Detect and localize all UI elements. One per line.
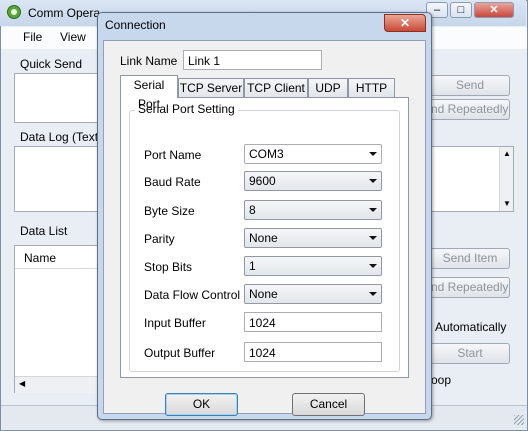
tab-tcp-server[interactable]: TCP Server — [178, 78, 244, 98]
tab-udp[interactable]: UDP — [308, 78, 348, 98]
dialog-body: Link Name Serial Port TCP Server TCP Cli… — [103, 40, 426, 416]
stop-bits-value: 1 — [249, 259, 256, 273]
quick-send-label: Quick Send — [20, 57, 83, 71]
send-button[interactable]: Send — [430, 75, 510, 96]
port-name-select[interactable]: COM3 — [244, 144, 382, 164]
scroll-left-icon[interactable]: ◀ — [19, 379, 25, 388]
data-list-table[interactable]: Name ◀ — [14, 245, 104, 393]
chevron-down-icon — [369, 179, 377, 183]
tab-tcp-client[interactable]: TCP Client — [244, 78, 308, 98]
flow-control-value: None — [249, 287, 278, 301]
parity-label: Parity — [144, 232, 175, 246]
data-list-hscrollbar[interactable]: ◀ — [15, 376, 103, 393]
cancel-button[interactable]: Cancel — [292, 393, 365, 416]
serial-port-panel: Serial Port Setting Port Name COM3 Baud … — [120, 97, 409, 378]
maximize-icon[interactable]: □ — [450, 2, 472, 18]
data-log-scrollbar[interactable]: ▲ ▼ — [499, 147, 513, 211]
start-button[interactable]: Start — [430, 343, 510, 364]
loop-label: oop — [431, 373, 452, 387]
data-list-label: Data List — [20, 224, 68, 238]
data-log-area[interactable] — [14, 146, 104, 212]
baud-rate-select[interactable]: 9600 — [244, 171, 382, 191]
app-icon — [7, 5, 21, 19]
menu-view[interactable]: View — [60, 30, 86, 44]
name-column-header[interactable]: Name — [24, 251, 56, 265]
byte-size-value: 8 — [249, 203, 256, 217]
close-icon[interactable]: ✕ — [474, 2, 514, 18]
ok-button[interactable]: OK — [165, 393, 238, 416]
port-name-label: Port Name — [144, 148, 202, 162]
stop-bits-select[interactable]: 1 — [244, 256, 382, 276]
parity-select[interactable]: None — [244, 228, 382, 248]
stop-bits-label: Stop Bits — [144, 260, 193, 274]
resize-grip-icon[interactable] — [514, 415, 524, 425]
tab-http[interactable]: HTTP — [348, 78, 395, 98]
scroll-down-icon[interactable]: ▼ — [503, 199, 511, 208]
chevron-down-icon — [369, 264, 377, 268]
input-buffer-field[interactable] — [244, 312, 382, 332]
output-buffer-label: Output Buffer — [144, 346, 216, 360]
byte-size-label: Byte Size — [144, 204, 195, 218]
quick-send-input[interactable] — [14, 73, 104, 123]
output-buffer-field[interactable] — [244, 342, 382, 362]
menu-file[interactable]: File — [23, 30, 42, 44]
send-item-button[interactable]: Send Item — [430, 248, 510, 269]
chevron-down-icon — [369, 292, 377, 296]
tab-serial-port[interactable]: Serial Port — [120, 75, 178, 111]
data-list-header: Name — [15, 246, 103, 269]
automatically-label: Automatically — [435, 320, 507, 334]
byte-size-select[interactable]: 8 — [244, 200, 382, 220]
dialog-title: Connection — [105, 18, 166, 32]
chevron-down-icon — [369, 236, 377, 240]
link-name-input[interactable] — [183, 50, 322, 70]
send-repeatedly-button-2[interactable]: nd Repeatedly — [430, 277, 510, 298]
connection-dialog: Connection ✕ Link Name Serial Port TCP S… — [97, 12, 432, 420]
data-log-area-right[interactable]: ▲ ▼ — [430, 146, 514, 212]
chevron-down-icon — [369, 208, 377, 212]
link-name-label: Link Name — [120, 54, 178, 68]
close-icon[interactable]: ✕ — [384, 14, 426, 32]
main-window-title: Comm Opera — [28, 6, 101, 20]
chevron-down-icon — [369, 152, 377, 156]
flow-control-label: Data Flow Control — [144, 288, 241, 302]
send-repeatedly-button[interactable]: nd Repeatedly — [430, 99, 510, 120]
scroll-up-icon[interactable]: ▲ — [503, 149, 511, 158]
port-name-value: COM3 — [249, 147, 284, 161]
baud-rate-label: Baud Rate — [144, 175, 201, 189]
baud-rate-value: 9600 — [249, 174, 276, 188]
input-buffer-label: Input Buffer — [144, 316, 206, 330]
data-log-label: Data Log (Text) — [20, 130, 103, 144]
flow-control-select[interactable]: None — [244, 284, 382, 304]
parity-value: None — [249, 231, 278, 245]
